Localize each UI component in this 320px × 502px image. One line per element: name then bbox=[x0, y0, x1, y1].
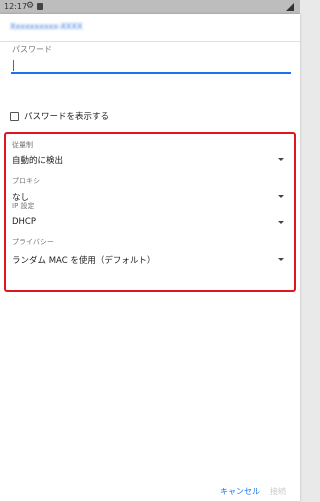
status-bar: 12:17 ⚙ bbox=[0, 0, 300, 14]
privacy-value: ランダム MAC を使用（デフォルト） bbox=[12, 256, 156, 266]
signal-icon bbox=[286, 3, 294, 11]
ip-settings-label: IP 設定 bbox=[12, 202, 35, 210]
cancel-button[interactable]: キャンセル bbox=[220, 486, 260, 497]
password-input[interactable] bbox=[11, 58, 291, 74]
network-name: Xxxxxxxxxx-XXXX bbox=[10, 22, 83, 31]
dropdown-arrow-icon bbox=[278, 195, 284, 198]
ip-settings-value: DHCP bbox=[12, 217, 36, 227]
dropdown-arrow-icon bbox=[278, 158, 284, 161]
show-password-checkbox[interactable] bbox=[10, 111, 19, 121]
metered-label: 従量制 bbox=[12, 141, 33, 149]
proxy-label: プロキシ bbox=[12, 177, 40, 185]
dialog-actions: キャンセル 接続 bbox=[0, 486, 300, 502]
gear-icon: ⚙ bbox=[26, 1, 35, 11]
wifi-settings-dialog: Xxxxxxxxxx-XXXX パスワード パスワードを表示する 従量制 自動的… bbox=[0, 14, 300, 501]
privacy-label: プライバシー bbox=[12, 238, 54, 246]
sim-card-icon bbox=[37, 3, 43, 10]
metered-value: 自動的に検出 bbox=[12, 156, 64, 166]
text-cursor bbox=[13, 60, 14, 71]
status-time: 12:17 bbox=[4, 2, 28, 11]
password-label: パスワード bbox=[12, 45, 52, 54]
dropdown-arrow-icon bbox=[278, 258, 284, 261]
show-password-label: パスワードを表示する bbox=[24, 112, 110, 122]
show-password-option[interactable]: パスワードを表示する bbox=[10, 109, 109, 123]
connect-button[interactable]: 接続 bbox=[270, 486, 286, 497]
dropdown-arrow-icon bbox=[278, 221, 284, 224]
divider bbox=[0, 41, 300, 42]
